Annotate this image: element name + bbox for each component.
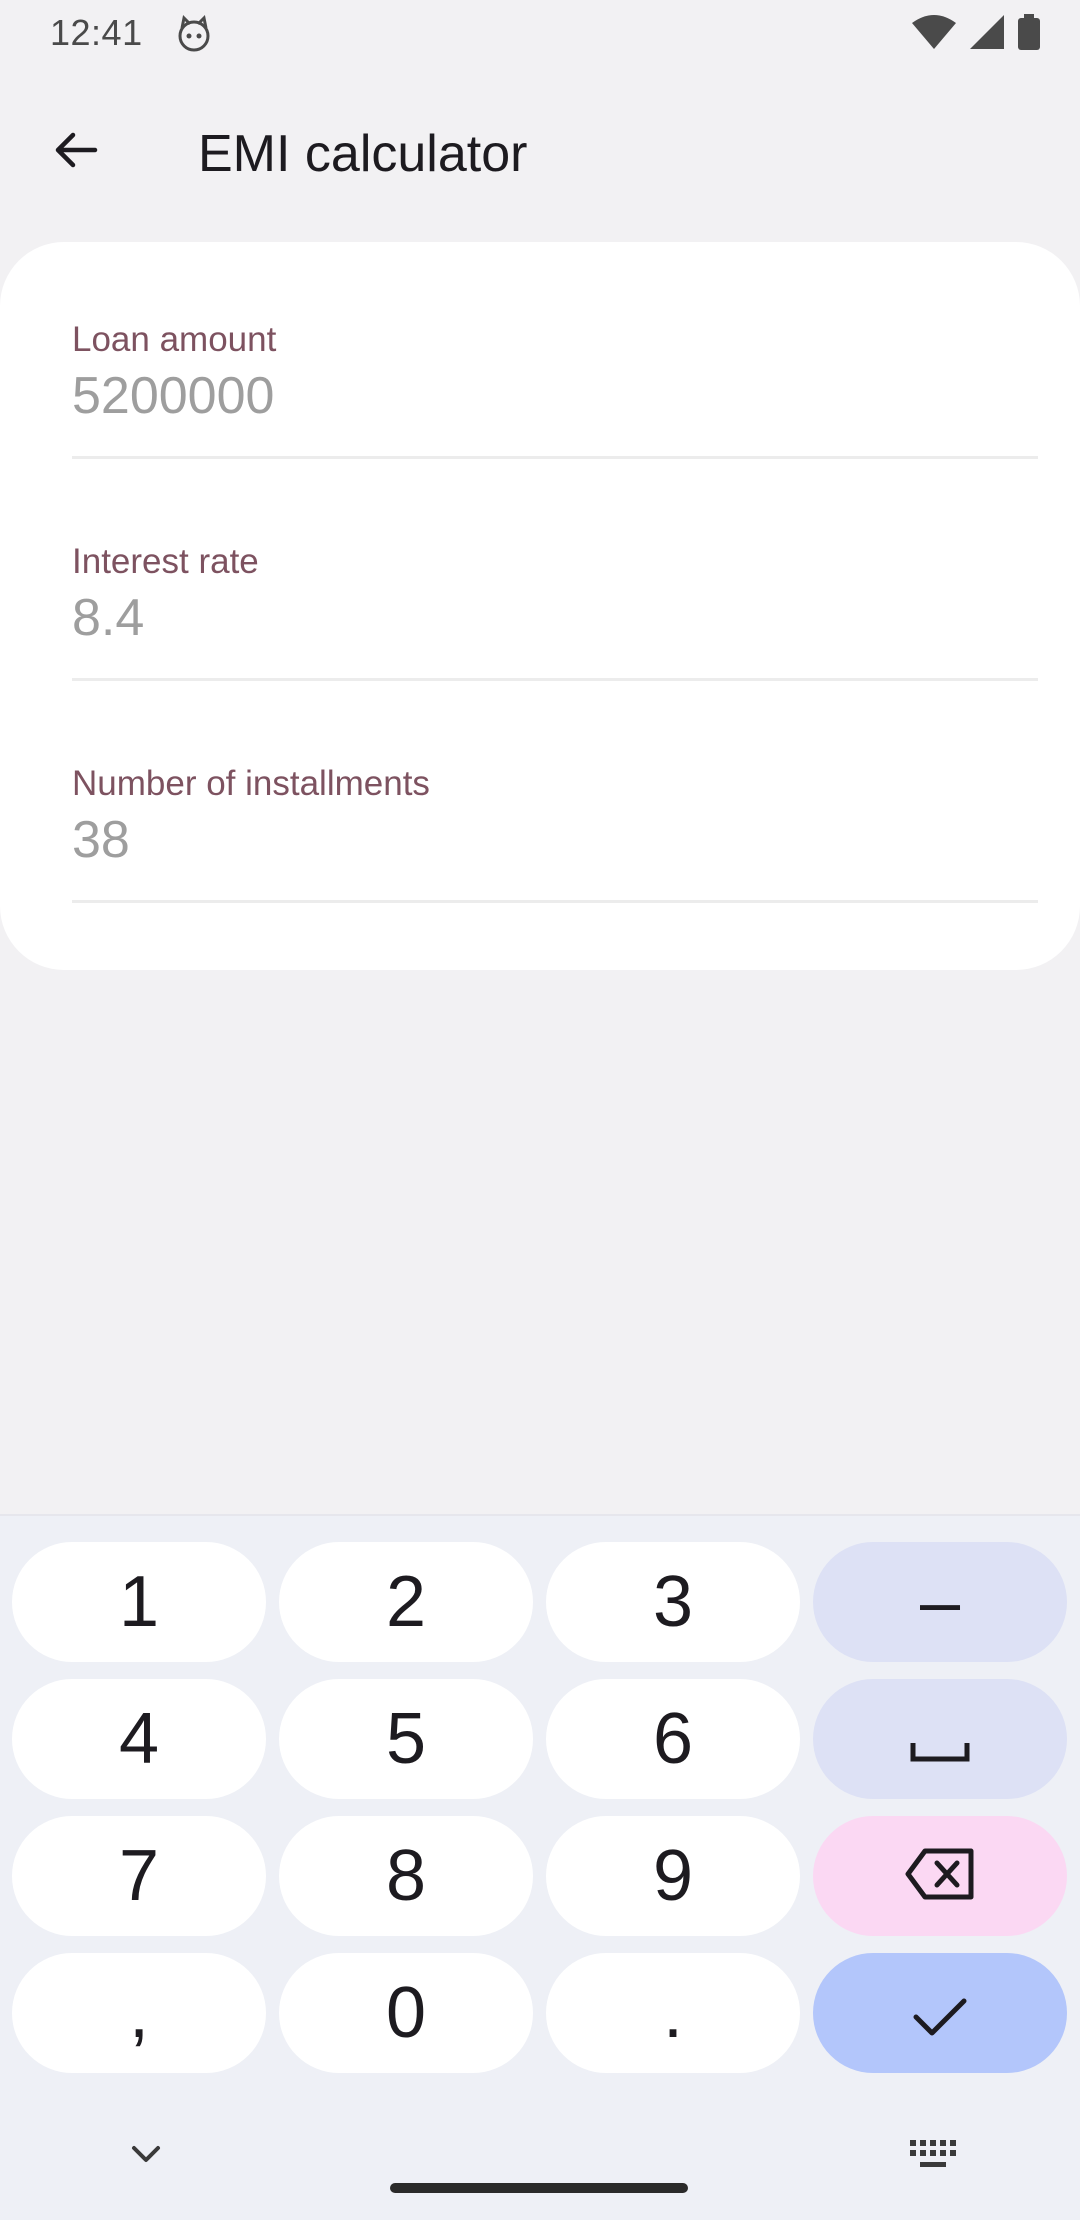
field-underline bbox=[72, 456, 1038, 459]
input-card: Loan amount Interest rate Number of inst… bbox=[0, 242, 1080, 970]
keyboard-switch-button[interactable] bbox=[908, 2136, 958, 2176]
app-bar: EMI calculator bbox=[0, 100, 1080, 210]
numeric-keyboard: 1 2 3 – 4 5 6 7 8 9 , 0 . bbox=[0, 1514, 1080, 2220]
status-bar: 12:41 bbox=[0, 0, 1080, 66]
key-comma[interactable]: , bbox=[12, 1953, 266, 2073]
wifi-icon bbox=[912, 14, 956, 54]
key-1[interactable]: 1 bbox=[12, 1542, 266, 1662]
key-8[interactable]: 8 bbox=[279, 1816, 533, 1936]
page-title: EMI calculator bbox=[198, 125, 528, 183]
field-underline bbox=[72, 900, 1038, 903]
space-icon bbox=[910, 1698, 970, 1780]
key-minus[interactable]: – bbox=[813, 1542, 1067, 1662]
back-button[interactable] bbox=[36, 112, 116, 192]
key-period[interactable]: . bbox=[546, 1953, 800, 2073]
hide-keyboard-button[interactable] bbox=[124, 2132, 168, 2176]
status-time: 12:41 bbox=[50, 12, 143, 53]
installments-input[interactable] bbox=[72, 810, 972, 870]
key-done[interactable] bbox=[813, 1953, 1067, 2073]
field-underline bbox=[72, 678, 1038, 681]
key-space[interactable] bbox=[813, 1679, 1067, 1799]
signal-icon bbox=[970, 14, 1004, 54]
key-5[interactable]: 5 bbox=[279, 1679, 533, 1799]
cat-icon bbox=[174, 14, 214, 54]
home-indicator[interactable] bbox=[390, 2183, 688, 2193]
installments-label: Number of installments bbox=[72, 764, 430, 803]
interest-rate-label: Interest rate bbox=[72, 542, 259, 581]
key-4[interactable]: 4 bbox=[12, 1679, 266, 1799]
installments-field: Number of installments bbox=[72, 764, 1038, 914]
key-3[interactable]: 3 bbox=[546, 1542, 800, 1662]
keyboard-icon bbox=[908, 2140, 958, 2180]
loan-amount-input[interactable] bbox=[72, 366, 972, 426]
key-7[interactable]: 7 bbox=[12, 1816, 266, 1936]
key-6[interactable]: 6 bbox=[546, 1679, 800, 1799]
loan-amount-field: Loan amount bbox=[72, 320, 1038, 470]
key-9[interactable]: 9 bbox=[546, 1816, 800, 1936]
key-delete[interactable] bbox=[813, 1816, 1067, 1936]
check-icon bbox=[912, 1972, 968, 2054]
key-0[interactable]: 0 bbox=[279, 1953, 533, 2073]
interest-rate-field: Interest rate bbox=[72, 542, 1038, 692]
screen: 12:41 EMI calculator Loan amount 5200000… bbox=[0, 0, 1080, 2220]
interest-rate-input[interactable] bbox=[72, 588, 972, 648]
arrow-left-icon bbox=[51, 125, 101, 180]
backspace-icon bbox=[905, 1835, 975, 1917]
loan-amount-label: Loan amount bbox=[72, 320, 277, 359]
key-2[interactable]: 2 bbox=[279, 1542, 533, 1662]
battery-icon bbox=[1018, 13, 1040, 55]
status-icons bbox=[912, 13, 1040, 55]
chevron-down-icon bbox=[124, 2146, 168, 2180]
